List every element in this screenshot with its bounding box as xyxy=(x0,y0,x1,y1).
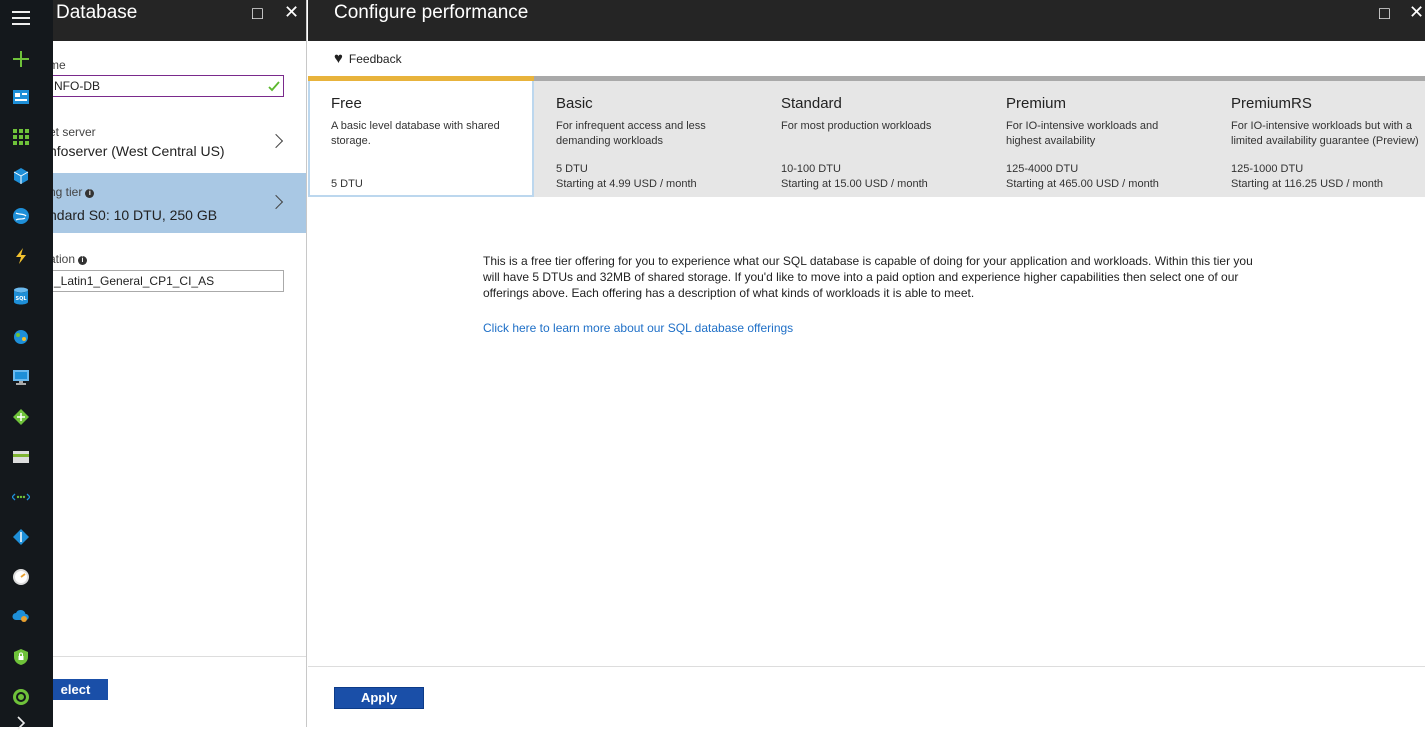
tier-description: For IO-intensive workloads but with a li… xyxy=(1231,120,1419,147)
circle-check-icon[interactable] xyxy=(12,688,30,706)
tier-dtu: 125-1000 DTU xyxy=(1231,163,1304,175)
chevron-right-icon xyxy=(268,194,284,210)
tier-dtu: 10-100 DTU xyxy=(781,163,841,175)
maximize-icon[interactable]: □ xyxy=(1379,4,1390,22)
new-plus-icon[interactable] xyxy=(12,50,30,68)
nav-rail: SQL xyxy=(0,0,53,730)
tier-price: Starting at 15.00 USD / month xyxy=(781,178,928,190)
tier-description: For IO-intensive workloads and highest a… xyxy=(1006,120,1159,147)
tier-name: Free xyxy=(331,95,362,112)
name-input[interactable]: NFO-DB xyxy=(53,75,284,97)
tier-name: Premium xyxy=(1006,95,1067,112)
pricing-tier-label-text: ng tier xyxy=(53,185,83,199)
tier-name: Basic xyxy=(556,95,593,112)
learn-more-link[interactable]: Click here to learn more about our SQL d… xyxy=(483,321,793,335)
diamond-icon[interactable] xyxy=(12,408,30,426)
pricing-tier-label: ng tieri xyxy=(53,185,95,199)
collation-label-text: ation xyxy=(53,252,76,266)
tier-description: A basic level database with shared stora… xyxy=(331,120,500,147)
database-blade-title: Database xyxy=(56,2,138,23)
pricing-tier-row[interactable]: ng tieri ndard S0: 10 DTU, 250 GB xyxy=(53,173,306,233)
info-icon[interactable]: i xyxy=(85,189,95,198)
chevron-right-icon[interactable] xyxy=(12,713,30,731)
footer-divider xyxy=(53,656,306,657)
tier-price: Starting at 4.99 USD / month xyxy=(556,178,697,190)
network-globe-icon[interactable] xyxy=(12,328,30,346)
configure-performance-title: Configure performance xyxy=(334,2,529,23)
sql-icon-label: SQL xyxy=(15,296,27,302)
database-blade: Database □ ✕ me NFO-DB et server nfoserv… xyxy=(53,0,307,727)
maximize-icon[interactable]: □ xyxy=(252,4,263,22)
database-blade-header: Database □ ✕ xyxy=(53,0,306,41)
footer-divider xyxy=(308,666,1425,667)
close-icon[interactable]: ✕ xyxy=(1409,3,1424,21)
gauge-icon[interactable] xyxy=(12,568,30,586)
tier-dtu: 5 DTU xyxy=(331,178,363,190)
tier-dtu: 5 DTU xyxy=(556,163,588,175)
collation-label: ationi xyxy=(53,252,88,266)
dots-connection-icon[interactable] xyxy=(12,488,30,506)
shield-icon[interactable] xyxy=(12,648,30,666)
collation-input-value: _Latin1_General_CP1_CI_AS xyxy=(54,274,215,288)
directory-icon[interactable] xyxy=(12,528,30,546)
feedback-label: Feedback xyxy=(348,52,402,66)
chevron-right-icon xyxy=(268,133,284,149)
name-input-value: NFO-DB xyxy=(54,79,100,93)
virtual-machine-icon[interactable] xyxy=(12,368,30,386)
select-button-label: elect xyxy=(60,682,91,697)
tier-card-standard[interactable]: Standard For most production workloads 1… xyxy=(759,81,984,197)
hamburger-menu-icon[interactable] xyxy=(12,11,30,25)
cloud-icon[interactable] xyxy=(12,607,30,625)
name-label: me xyxy=(53,58,66,72)
tier-card-basic[interactable]: Basic For infrequent access and less dem… xyxy=(534,81,759,197)
sql-database-icon[interactable]: SQL xyxy=(12,287,30,305)
dashboard-icon[interactable] xyxy=(12,88,30,106)
heart-icon: ♥ xyxy=(334,50,343,67)
tier-price: Starting at 116.25 USD / month xyxy=(1231,178,1384,190)
tier-description: For infrequent access and less demanding… xyxy=(556,120,706,147)
cube-icon[interactable] xyxy=(12,167,30,185)
apply-button[interactable]: Apply xyxy=(334,687,424,709)
storage-icon[interactable] xyxy=(12,448,30,466)
collation-input[interactable]: _Latin1_General_CP1_CI_AS xyxy=(53,270,284,292)
configure-performance-header: Configure performance □ ✕ xyxy=(308,0,1425,41)
info-icon[interactable]: i xyxy=(78,256,88,265)
pricing-tier-selector: Free A basic level database with shared … xyxy=(308,76,1425,197)
pricing-tier-value: ndard S0: 10 DTU, 250 GB xyxy=(53,207,218,223)
select-button[interactable]: elect xyxy=(53,679,108,700)
configure-performance-blade: Configure performance □ ✕ ♥ Feedback Fre… xyxy=(308,0,1425,727)
tier-card-premium[interactable]: Premium For IO-intensive workloads and h… xyxy=(984,81,1209,197)
tier-description: For most production workloads xyxy=(781,120,932,132)
tier-name: PremiumRS xyxy=(1231,95,1312,112)
tier-dtu: 125-4000 DTU xyxy=(1006,163,1079,175)
tier-name: Standard xyxy=(781,95,842,112)
feedback-button[interactable]: ♥ Feedback xyxy=(334,50,402,67)
target-server-value: nfoserver (West Central US) xyxy=(53,143,225,159)
tier-details-text: This is a free tier offering for you to … xyxy=(483,254,1253,300)
tier-card-premiumrs[interactable]: PremiumRS For IO-intensive workloads but… xyxy=(1209,81,1425,197)
target-server-label: et server xyxy=(53,125,96,139)
all-resources-icon[interactable] xyxy=(12,128,30,146)
globe-icon[interactable] xyxy=(12,207,30,225)
tier-price: Starting at 465.00 USD / month xyxy=(1006,178,1159,190)
tier-card-free[interactable]: Free A basic level database with shared … xyxy=(308,81,534,197)
lightning-icon[interactable] xyxy=(12,247,30,265)
close-icon[interactable]: ✕ xyxy=(284,3,299,21)
valid-check-icon xyxy=(268,81,280,92)
